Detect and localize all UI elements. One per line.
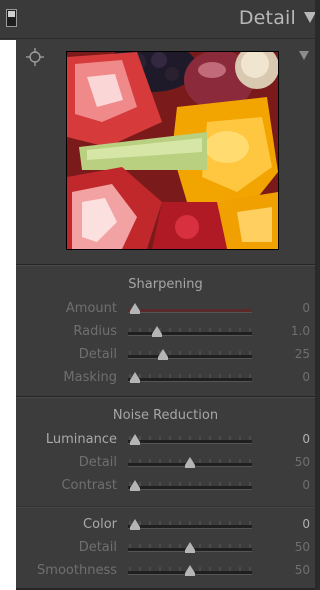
- slider-label: Radius: [73, 324, 117, 339]
- slider-track[interactable]: [128, 309, 252, 313]
- slider-value[interactable]: 25: [295, 347, 310, 361]
- slider-row-amount[interactable]: Amount 0: [16, 299, 315, 319]
- slider-value[interactable]: 0: [302, 517, 310, 531]
- slider-thumb[interactable]: [152, 326, 162, 337]
- slider-thumb[interactable]: [185, 565, 195, 576]
- detail-panel: Detail Sharpening Amount 0 Radius 1.0 De…: [0, 0, 320, 590]
- detail-preview-image[interactable]: [66, 51, 279, 250]
- slider-thumb[interactable]: [130, 434, 140, 445]
- slider-thumb[interactable]: [130, 303, 140, 314]
- slider-row-contrast[interactable]: Contrast 0: [16, 476, 315, 496]
- slider-value[interactable]: 1.0: [291, 324, 310, 338]
- slider-thumb[interactable]: [185, 542, 195, 553]
- preview-triangle-icon[interactable]: [299, 51, 309, 60]
- slider-thumb[interactable]: [130, 519, 140, 530]
- panel-content: Sharpening Amount 0 Radius 1.0 Detail 25…: [16, 40, 315, 590]
- slider-track[interactable]: [128, 378, 252, 382]
- slider-label: Color: [83, 517, 117, 532]
- right-edge: [315, 0, 320, 590]
- slider-thumb[interactable]: [157, 349, 168, 360]
- divider: [16, 506, 315, 507]
- slider-thumb[interactable]: [130, 480, 140, 491]
- slider-row-luminance[interactable]: Luminance 0: [16, 430, 315, 450]
- slider-label: Detail: [78, 455, 117, 470]
- slider-track[interactable]: [128, 332, 252, 336]
- slider-row-masking[interactable]: Masking 0: [16, 368, 315, 388]
- slider-value[interactable]: 0: [302, 301, 310, 315]
- slider-track[interactable]: [128, 486, 252, 490]
- slider-track[interactable]: [128, 355, 252, 359]
- divider: [16, 264, 315, 265]
- slider-row-smoothness[interactable]: Smoothness 50: [16, 561, 315, 581]
- slider-label: Smoothness: [37, 563, 117, 578]
- slider-value[interactable]: 0: [302, 478, 310, 492]
- slider-value[interactable]: 50: [295, 455, 310, 469]
- panel-header[interactable]: Detail: [0, 0, 320, 39]
- slider-row-radius[interactable]: Radius 1.0: [16, 322, 315, 342]
- slider-value[interactable]: 50: [295, 563, 310, 577]
- slider-row-luminance-detail[interactable]: Detail 50: [16, 453, 315, 473]
- target-crosshair-icon[interactable]: [26, 48, 44, 66]
- slider-value[interactable]: 50: [295, 540, 310, 554]
- slider-label: Masking: [63, 370, 117, 385]
- slider-value[interactable]: 0: [302, 370, 310, 384]
- slider-label: Detail: [78, 347, 117, 362]
- slider-label: Detail: [78, 540, 117, 555]
- slider-thumb[interactable]: [130, 372, 140, 383]
- slider-row-color-detail[interactable]: Detail 50: [16, 538, 315, 558]
- slider-row-color[interactable]: Color 0: [16, 515, 315, 535]
- slider-label: Amount: [65, 301, 117, 316]
- panel-switch-icon[interactable]: [6, 9, 17, 27]
- sharpening-title: Sharpening: [128, 277, 203, 292]
- left-gutter: [0, 40, 16, 590]
- slider-thumb[interactable]: [185, 457, 195, 468]
- slider-track[interactable]: [128, 440, 252, 444]
- slider-label: Luminance: [45, 432, 117, 447]
- slider-value[interactable]: 0: [302, 432, 310, 446]
- noise-reduction-title: Noise Reduction: [112, 408, 219, 423]
- divider: [16, 396, 315, 397]
- slider-row-detail[interactable]: Detail 25: [16, 345, 315, 365]
- slider-track[interactable]: [128, 525, 252, 529]
- slider-label: Contrast: [61, 478, 117, 493]
- panel-title: Detail: [238, 7, 296, 29]
